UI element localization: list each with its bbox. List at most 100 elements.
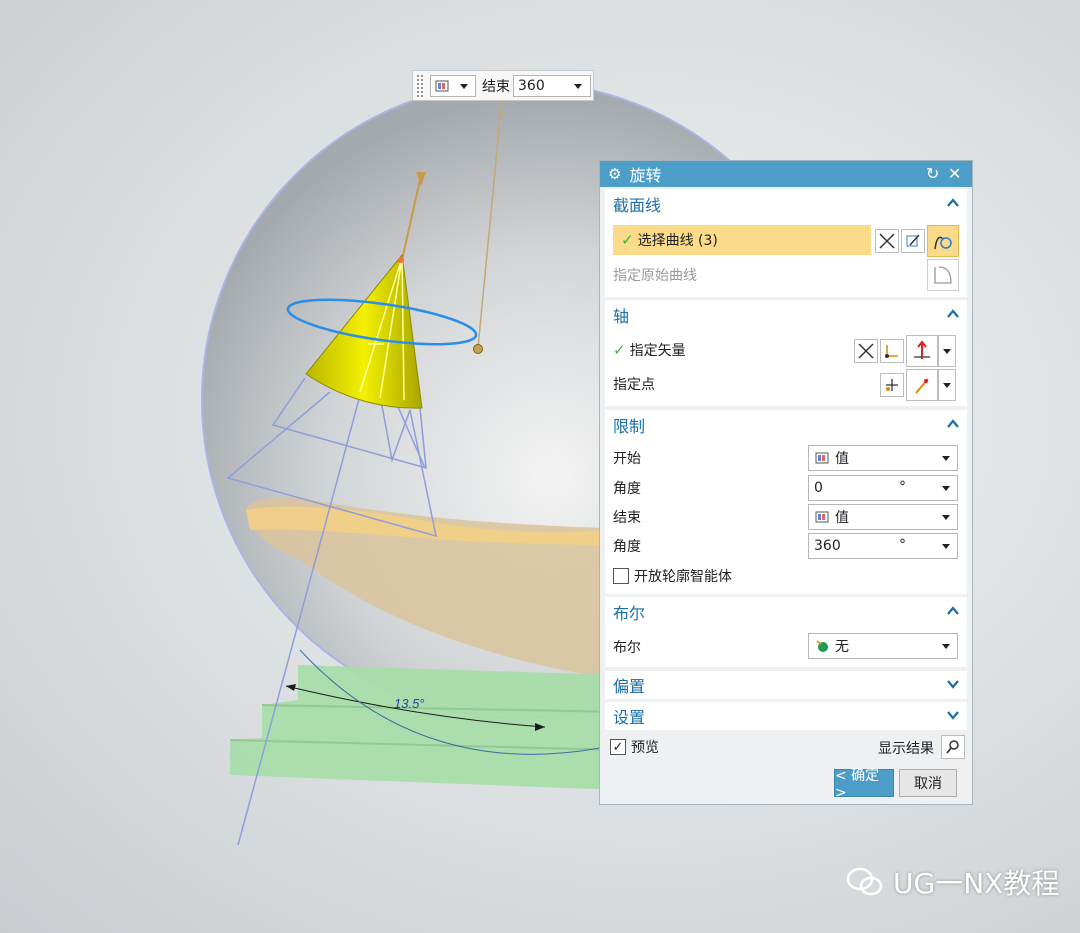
show-result-button[interactable] (941, 735, 965, 759)
section-limits-panel: 限制 开始 值 角度 0 ° 结束 值 角度 360 ° 开放轮廓智能体 (605, 410, 967, 594)
value-type-icon (815, 452, 829, 464)
section-settings-title: 设置 (613, 708, 646, 727)
section-settings-header[interactable]: 设置 (605, 702, 967, 730)
select-curve-row[interactable]: ✓ 选择曲线 (3) (613, 225, 871, 255)
chevron-up-icon[interactable] (945, 603, 961, 619)
chevron-down-icon[interactable] (574, 83, 582, 89)
inferred-point-icon (915, 378, 929, 394)
section-curve-title: 截面线 (613, 196, 662, 215)
cross-arrows-icon (858, 343, 874, 359)
preview-checkbox[interactable]: ✓ (610, 739, 626, 755)
vector-dialog-button[interactable] (880, 339, 904, 363)
specify-vector-label: 指定矢量 (629, 343, 686, 359)
section-curve-panel: 截面线 ✓ 选择曲线 (3) 指定原始曲线 (605, 189, 967, 297)
start-angle-input[interactable]: 0 ° (808, 475, 958, 501)
degree-unit: ° (899, 537, 906, 553)
section-limits-header[interactable]: 限制 (605, 410, 967, 440)
corner-curve-icon (934, 266, 952, 284)
axis-triad-icon (914, 340, 930, 359)
origin-curve-button[interactable] (927, 259, 959, 291)
specify-origin-curve-row: 指定原始曲线 (605, 261, 967, 289)
close-icon[interactable]: ✕ (948, 164, 961, 183)
axis-handle[interactable] (473, 344, 483, 354)
end-label: 结束 (613, 510, 641, 526)
chevron-down-icon (942, 644, 950, 649)
sketch-icon (906, 234, 920, 247)
select-curve-label: 选择曲线 (3) (637, 233, 718, 249)
check-icon: ✓ (613, 341, 626, 359)
boolean-none-icon (816, 640, 828, 652)
point-type-dropdown[interactable] (938, 369, 956, 401)
chevron-up-icon[interactable] (945, 416, 961, 432)
chevron-down-icon[interactable] (945, 676, 961, 692)
show-result-label: 显示结果 (878, 741, 934, 757)
section-limits-title: 限制 (613, 417, 646, 436)
curve-rule-button[interactable] (927, 225, 959, 257)
deselect-curve-button[interactable] (875, 229, 899, 253)
start-angle-value: 0 (814, 480, 823, 496)
end-angle-label: 角度 (613, 539, 641, 555)
open-profile-checkbox[interactable] (613, 568, 629, 584)
point-dialog-button[interactable] (880, 373, 904, 397)
dialog-title: 旋转 (629, 166, 662, 185)
green-stand[interactable] (229, 665, 621, 790)
start-label: 开始 (613, 451, 641, 467)
chevron-down-icon[interactable] (945, 707, 961, 723)
ok-button[interactable]: < 确定 > (834, 768, 894, 801)
watermark-text: UG一NX教程 (893, 867, 1060, 900)
revolve-dialog: ⚙ 旋转 ↻ ✕ 截面线 ✓ 选择曲线 (3) 指定原始曲线 轴 ✓ 指定矢量 … (599, 160, 973, 805)
inferred-point-button[interactable] (906, 369, 938, 401)
preview-label: 预览 (631, 740, 659, 756)
watermark: UG一NX教程 (845, 862, 1059, 902)
open-profile-label: 开放轮廓智能体 (634, 569, 732, 585)
boolean-label: 布尔 (613, 640, 641, 656)
angle-dimension-text[interactable]: 13.5° (394, 696, 425, 711)
section-boolean-header[interactable]: 布尔 (605, 597, 967, 627)
degree-unit: ° (899, 479, 906, 495)
sketch-curve-button[interactable] (901, 229, 925, 253)
section-curve-header[interactable]: 截面线 (605, 189, 967, 219)
section-axis-header[interactable]: 轴 (605, 300, 967, 330)
gear-icon[interactable]: ⚙ (608, 165, 621, 183)
toolbar-grip-handle[interactable] (416, 73, 424, 98)
section-boolean-panel: 布尔 布尔 无 (605, 597, 967, 667)
chevron-up-icon[interactable] (945, 195, 961, 211)
open-profile-row[interactable]: 开放轮廓智能体 (605, 562, 967, 590)
chevron-down-icon (942, 515, 950, 520)
section-settings-panel: 设置 (605, 702, 967, 730)
start-type-select[interactable]: 值 (808, 445, 958, 471)
reverse-vector-button[interactable] (854, 339, 878, 363)
end-value-text: 360 (518, 77, 545, 94)
cancel-button[interactable]: 取消 (899, 769, 957, 797)
chevron-down-icon (942, 544, 950, 549)
end-label: 结束 (482, 78, 510, 95)
check-icon: ✓ (621, 231, 634, 249)
section-offset-panel: 偏置 (605, 671, 967, 699)
end-angle-input[interactable]: 360 ° (808, 533, 958, 559)
boolean-select[interactable]: 无 (808, 633, 958, 659)
vector-type-dropdown[interactable] (938, 335, 956, 367)
section-offset-header[interactable]: 偏置 (605, 671, 967, 699)
boolean-value: 无 (835, 639, 849, 655)
section-boolean-title: 布尔 (613, 604, 646, 623)
inferred-vector-button[interactable] (906, 335, 938, 367)
reset-icon[interactable]: ↻ (926, 164, 939, 183)
floating-end-toolbar: 结束 360 (412, 70, 594, 101)
wechat-icon (846, 867, 883, 896)
end-value-field[interactable]: 360 (513, 74, 591, 97)
end-angle-value: 360 (814, 538, 841, 554)
section-offset-title: 偏置 (613, 677, 646, 696)
end-type-select[interactable]: 值 (808, 504, 958, 530)
chevron-down-icon (943, 349, 951, 354)
start-type-value: 值 (835, 451, 849, 467)
value-type-icon (435, 80, 449, 91)
end-type-dropdown[interactable] (430, 74, 476, 97)
point-icon (886, 379, 898, 391)
start-angle-label: 角度 (613, 481, 641, 497)
chevron-down-icon (942, 456, 950, 461)
dialog-title-bar[interactable]: ⚙ 旋转 ↻ ✕ (600, 161, 972, 187)
chevron-down-icon (942, 486, 950, 491)
chevron-up-icon[interactable] (945, 306, 961, 322)
specify-origin-curve-label: 指定原始曲线 (613, 268, 697, 284)
specify-point-label: 指定点 (613, 377, 655, 393)
